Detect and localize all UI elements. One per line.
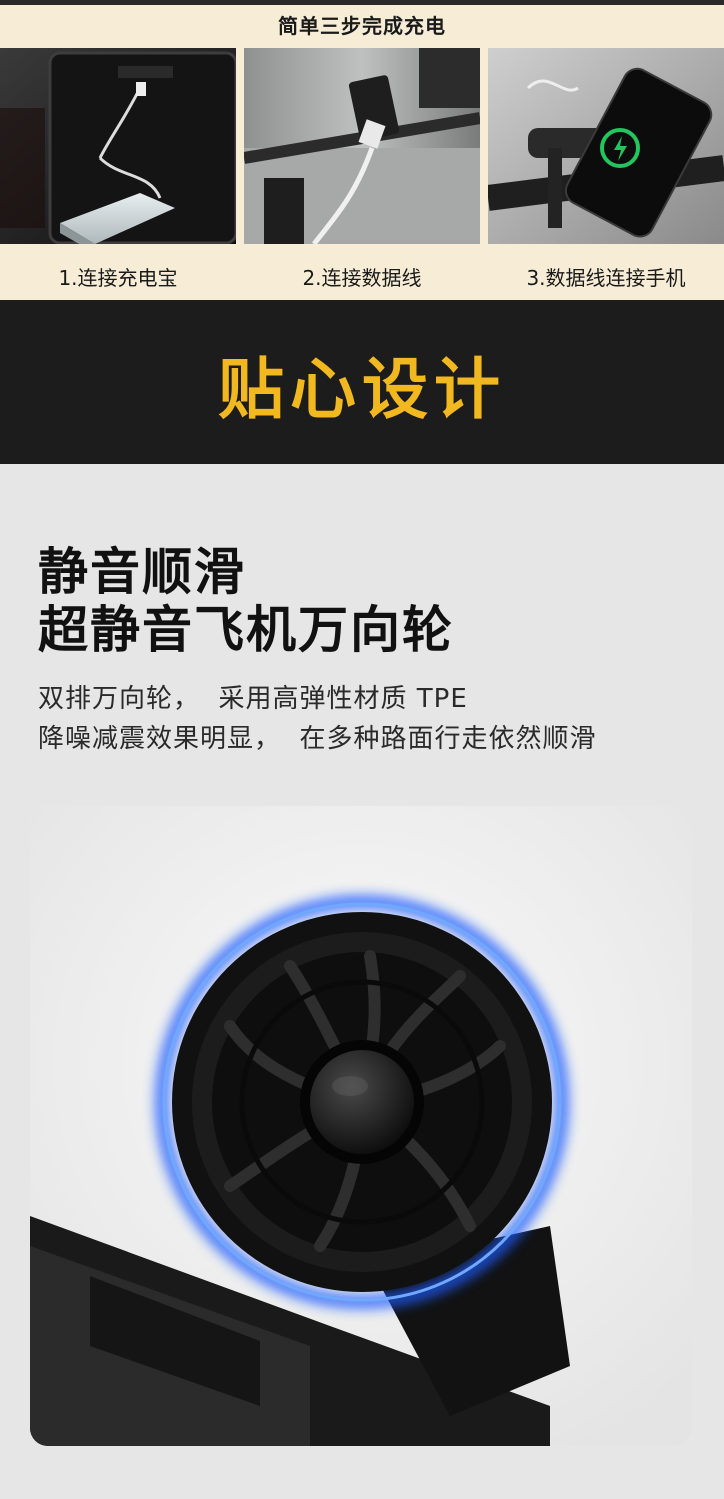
charging-title: 简单三步完成充电 <box>278 14 446 38</box>
wheel-photo-card <box>30 806 692 1446</box>
feature-description-2: 降噪减震效果明显， 在多种路面行走依然顺滑 <box>38 724 597 754</box>
feature-description-1: 双排万向轮， 采用高弹性材质 TPE <box>38 684 468 714</box>
banner-title: 贴心设计 <box>218 351 506 428</box>
step-2-label: 2.连接数据线 <box>302 266 422 290</box>
spinner-wheel-image <box>30 806 692 1446</box>
feature-headline-2: 超静音飞机万向轮 <box>38 601 454 659</box>
step-1-photo <box>0 48 236 244</box>
step-1-label: 1.连接充电宝 <box>58 266 178 290</box>
step-3-label: 3.数据线连接手机 <box>526 266 686 290</box>
step-3-photo <box>488 48 724 244</box>
design-banner: 贴心设计 <box>0 300 724 464</box>
step-2-photo <box>244 48 480 244</box>
charging-section: 简单三步完成充电 1.连接充电宝 2.连接数据线 3.数据线连接手机 <box>0 0 724 300</box>
top-divider <box>0 0 724 5</box>
wheel-feature-section: 静音顺滑 超静音飞机万向轮 双排万向轮， 采用高弹性材质 TPE 降噪减震效果明… <box>0 464 724 1499</box>
